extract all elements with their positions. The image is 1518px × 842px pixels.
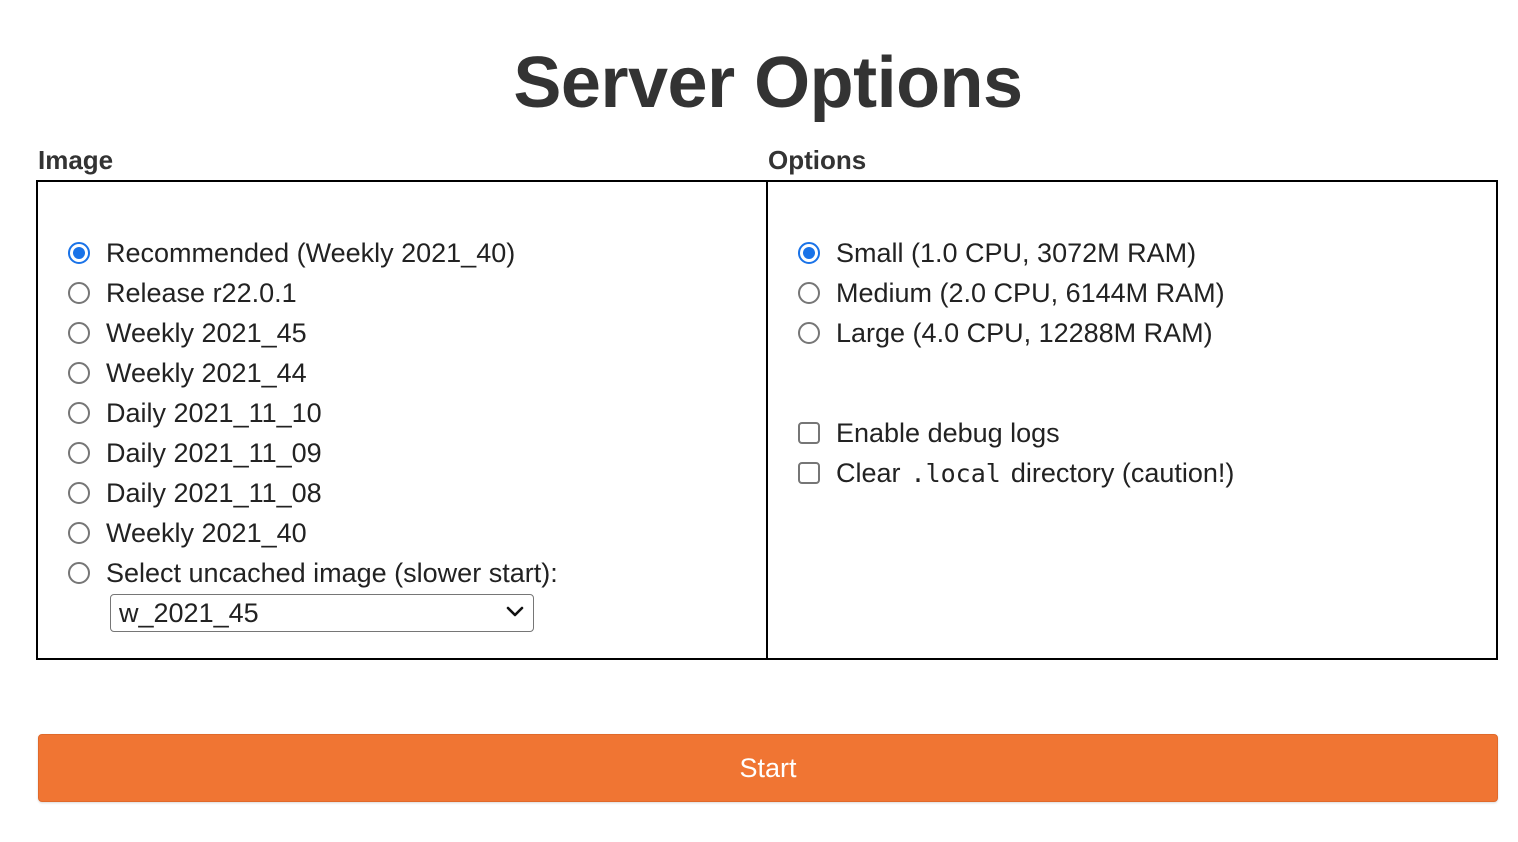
debug-logs-option[interactable]: Enable debug logs bbox=[798, 413, 1060, 453]
image-option-daily-11-08[interactable]: Daily 2021_11_08 bbox=[68, 473, 322, 513]
radio-button[interactable] bbox=[68, 522, 90, 544]
clear-local-option[interactable]: Clear .local directory (caution!) bbox=[798, 453, 1234, 493]
size-option-label: Small (1.0 CPU, 3072M RAM) bbox=[836, 237, 1197, 268]
chevron-down-icon bbox=[506, 606, 524, 617]
image-option-weekly-45[interactable]: Weekly 2021_45 bbox=[68, 313, 307, 353]
radio-button[interactable] bbox=[68, 482, 90, 504]
clear-local-label-before: Clear bbox=[836, 457, 901, 488]
radio-button[interactable] bbox=[68, 362, 90, 384]
radio-button[interactable] bbox=[68, 322, 90, 344]
radio-button[interactable] bbox=[68, 442, 90, 464]
uncached-image-select-value: w_2021_45 bbox=[119, 597, 259, 628]
clear-local-label-after: directory (caution!) bbox=[1010, 457, 1235, 488]
image-option-label: Weekly 2021_40 bbox=[106, 517, 307, 548]
image-option-weekly-44[interactable]: Weekly 2021_44 bbox=[68, 353, 307, 393]
size-option-label: Large (4.0 CPU, 12288M RAM) bbox=[836, 317, 1213, 348]
image-option-recommended[interactable]: Recommended (Weekly 2021_40) bbox=[68, 233, 515, 273]
image-option-daily-11-10[interactable]: Daily 2021_11_10 bbox=[68, 393, 322, 433]
debug-logs-label: Enable debug logs bbox=[836, 417, 1060, 448]
size-option-label: Medium (2.0 CPU, 6144M RAM) bbox=[836, 277, 1225, 308]
image-option-label: Release r22.0.1 bbox=[106, 277, 297, 308]
image-option-label: Daily 2021_11_08 bbox=[106, 477, 322, 508]
image-option-uncached[interactable]: Select uncached image (slower start): bbox=[68, 553, 558, 593]
image-option-label: Recommended (Weekly 2021_40) bbox=[106, 237, 516, 268]
image-option-label: Weekly 2021_44 bbox=[106, 357, 307, 388]
image-option-label: Daily 2021_11_10 bbox=[106, 397, 322, 428]
radio-button[interactable] bbox=[798, 282, 820, 304]
page-title: Server Options bbox=[513, 43, 1023, 123]
radio-button[interactable] bbox=[68, 282, 90, 304]
radio-button-checked[interactable] bbox=[798, 242, 820, 264]
uncached-image-select[interactable]: w_2021_45 bbox=[110, 594, 534, 632]
radio-button[interactable] bbox=[798, 322, 820, 344]
image-option-label: Select uncached image (slower start): bbox=[106, 557, 558, 588]
image-panel: Recommended (Weekly 2021_40) Release r22… bbox=[36, 180, 768, 660]
image-option-weekly-40[interactable]: Weekly 2021_40 bbox=[68, 513, 307, 553]
start-button[interactable]: Start bbox=[38, 734, 1498, 802]
image-option-daily-11-09[interactable]: Daily 2021_11_09 bbox=[68, 433, 322, 473]
image-option-label: Daily 2021_11_09 bbox=[106, 437, 322, 468]
debug-logs-checkbox[interactable] bbox=[798, 422, 820, 444]
image-option-label: Weekly 2021_45 bbox=[106, 317, 307, 348]
size-option-small[interactable]: Small (1.0 CPU, 3072M RAM) bbox=[798, 233, 1196, 273]
radio-button[interactable] bbox=[68, 402, 90, 424]
radio-button-checked[interactable] bbox=[68, 242, 90, 264]
size-option-large[interactable]: Large (4.0 CPU, 12288M RAM) bbox=[798, 313, 1213, 353]
clear-local-checkbox[interactable] bbox=[798, 462, 820, 484]
radio-button[interactable] bbox=[68, 562, 90, 584]
options-section-heading: Options bbox=[768, 145, 867, 175]
image-option-release[interactable]: Release r22.0.1 bbox=[68, 273, 297, 313]
size-option-medium[interactable]: Medium (2.0 CPU, 6144M RAM) bbox=[798, 273, 1225, 313]
clear-local-code: .local bbox=[910, 458, 1001, 488]
image-section-heading: Image bbox=[38, 145, 114, 175]
options-panel: Small (1.0 CPU, 3072M RAM) Medium (2.0 C… bbox=[766, 180, 1498, 660]
